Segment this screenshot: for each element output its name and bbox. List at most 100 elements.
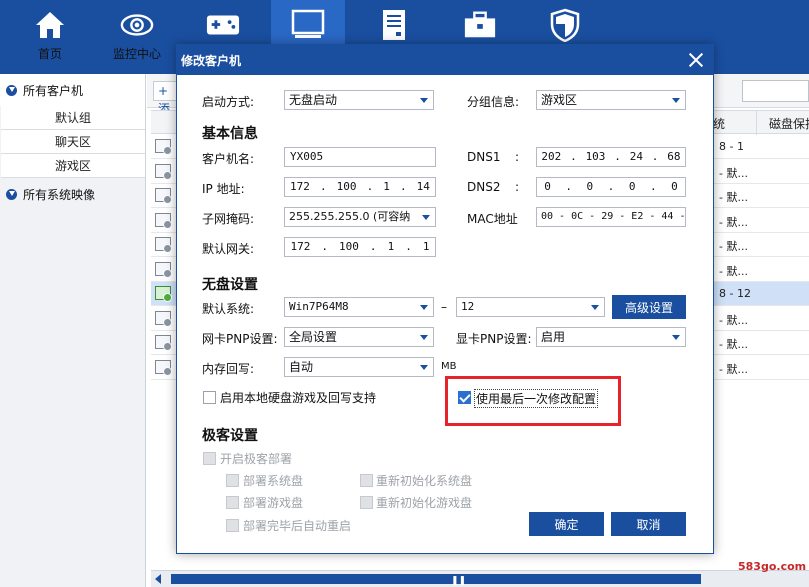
dot: . [366, 180, 374, 193]
client-group-tree: 所有客户机 默认组 聊天区 游戏区 所有系统映像 [0, 74, 146, 587]
deploy-system-checkbox[interactable] [226, 474, 239, 487]
ip-address-input[interactable]: 172. 100. 1. 14 [284, 177, 436, 197]
boot-mode-value: 无盘启动 [289, 93, 338, 107]
chevron-down-icon [422, 215, 430, 220]
dns1-octet-3: 24 [629, 150, 643, 163]
nav-monitor-label: 监控中心 [112, 47, 161, 61]
dns2-octet-2: 0 [586, 180, 594, 193]
gw-octet-2: 100 [339, 240, 359, 253]
client-pc-icon [155, 335, 172, 351]
dot: . [399, 180, 407, 193]
nav-monitor-center[interactable]: 监控中心 [100, 0, 174, 74]
default-system-label: 默认系统: [202, 302, 255, 316]
system-cell: - 默... [719, 264, 748, 278]
client-name-input[interactable]: YX005 [284, 147, 436, 167]
search-input[interactable] [742, 80, 809, 102]
gpu-pnp-select[interactable]: 启用 [536, 327, 686, 347]
local-disk-label: 启用本地硬盘游戏及回写支持 [220, 391, 377, 405]
mac-address-label: MAC地址 [467, 212, 518, 226]
dot: . [565, 180, 573, 193]
memory-writeback-value: 自动 [289, 360, 314, 374]
ok-button[interactable]: 确定 [529, 512, 604, 536]
boot-mode-select[interactable]: 无盘启动 [284, 90, 434, 110]
client-pc-icon [155, 163, 172, 180]
client-pc-icon [155, 359, 172, 376]
group-label: 分组信息: [467, 95, 520, 109]
system-version-value: 12 [461, 300, 475, 313]
gw-octet-1: 172 [290, 240, 311, 253]
reinit-game-checkbox[interactable] [360, 496, 373, 509]
dns2-octet-1: 0 [544, 180, 551, 193]
tree-root-all-images[interactable]: 所有系统映像 [0, 178, 145, 210]
chevron-down-icon [591, 305, 599, 310]
dns1-input[interactable]: 202. 103. 24. 68 [536, 147, 686, 167]
system-cell: - 默... [719, 240, 748, 253]
memory-writeback-label: 内存回写: [202, 362, 255, 376]
deploy-game-checkbox[interactable] [226, 496, 239, 509]
subnet-mask-select[interactable]: 255.255.255.0 (可容纳 [284, 207, 436, 227]
dash-separator: – [441, 300, 447, 314]
tree-root-all-clients[interactable]: 所有客户机 [0, 74, 145, 106]
client-pc-icon [155, 188, 172, 204]
auto-restart-checkbox[interactable] [226, 519, 239, 532]
document-icon [377, 8, 411, 42]
horizontal-scrollbar[interactable]: ❚❚ [151, 570, 809, 587]
ip-octet-1: 172 [290, 180, 310, 193]
client-pc-icon [155, 286, 172, 302]
scroll-left-arrow-icon[interactable] [155, 574, 161, 584]
cancel-button[interactable]: 取消 [611, 512, 686, 536]
section-basic-info: 基本信息 [202, 126, 258, 142]
scrollbar-thumb[interactable]: ❚❚ [171, 574, 701, 586]
dns1-octet-2: 103 [585, 150, 606, 163]
close-icon[interactable] [687, 51, 705, 69]
nav-home[interactable]: 首页 [13, 0, 87, 74]
tree-root-all-clients-label: 所有客户机 [23, 83, 84, 98]
monitor-icon [291, 8, 325, 42]
column-disk-protection[interactable]: 磁盘保护 [769, 115, 809, 132]
default-system-select[interactable]: Win7P64M8 [284, 297, 434, 317]
column-system[interactable]: 统 [713, 115, 725, 132]
gpu-pnp-value: 启用 [541, 330, 566, 344]
reinit-game-label: 重新初始化游戏盘 [376, 496, 473, 510]
client-pc-icon [155, 310, 172, 327]
dot: . [570, 150, 577, 163]
memory-writeback-select[interactable]: 自动 [284, 357, 434, 377]
dialog-title-bar[interactable]: 修改客户机 [177, 45, 713, 75]
dns2-label: DNS2 [467, 180, 501, 194]
group-select[interactable]: 游戏区 [536, 90, 686, 110]
system-cell: 8 - 1 [719, 140, 744, 153]
dns2-colon: : [515, 180, 520, 194]
eye-icon [120, 8, 154, 42]
dialog-title: 修改客户机 [181, 54, 242, 68]
dot: . [607, 180, 615, 193]
nic-pnp-select[interactable]: 全局设置 [284, 327, 434, 347]
group-value: 游戏区 [541, 93, 578, 107]
chevron-down-icon [420, 98, 428, 103]
client-pc-icon [155, 139, 172, 155]
system-version-select[interactable]: 12 [456, 297, 605, 317]
mac-address-input[interactable]: 00 - 0C - 29 - E2 - 44 - EF [536, 207, 686, 227]
chevron-down-icon [420, 335, 428, 340]
chevron-down-icon [672, 98, 680, 103]
dot: . [369, 240, 377, 253]
reinit-system-checkbox[interactable] [360, 474, 373, 487]
dot: . [651, 150, 659, 163]
system-cell: - 默... [719, 338, 748, 351]
gateway-input[interactable]: 172. 100. 1. 1 [284, 237, 436, 257]
tree-item-default-group[interactable]: 默认组 [1, 106, 145, 130]
gpu-pnp-label: 显卡PNP设置: [456, 332, 532, 346]
subnet-mask-value: 255.255.255.0 (可容纳 [289, 210, 411, 223]
dns1-colon: : [515, 150, 520, 164]
dns2-input[interactable]: 0. 0. 0. 0 [536, 177, 686, 197]
advanced-settings-button[interactable]: 高级设置 [612, 295, 686, 319]
jike-enable-checkbox[interactable] [203, 452, 216, 465]
tree-item-game-zone[interactable]: 游戏区 [1, 154, 145, 178]
dot: . [649, 180, 657, 193]
default-system-value: Win7P64M8 [289, 300, 349, 313]
local-disk-checkbox[interactable] [203, 391, 216, 404]
tree-item-chat-zone[interactable]: 聊天区 [1, 130, 145, 154]
system-cell: - 默... [719, 313, 748, 327]
deploy-system-label: 部署系统盘 [243, 474, 304, 488]
dot: . [319, 180, 327, 193]
client-pc-icon [155, 261, 172, 278]
